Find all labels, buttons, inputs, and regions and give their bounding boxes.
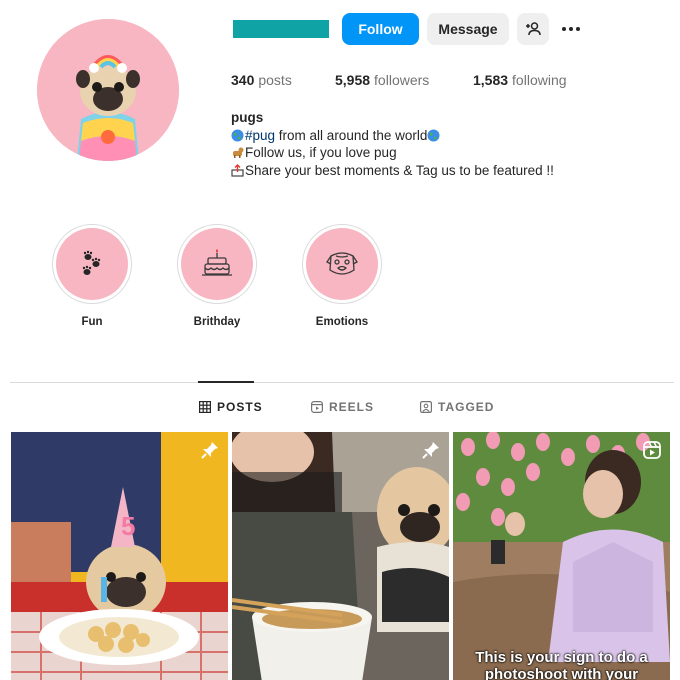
followers-stat[interactable]: 5,958 followers xyxy=(335,72,429,88)
pug-avatar-image xyxy=(37,19,179,161)
pug-face-icon xyxy=(326,252,358,275)
tab-tagged[interactable]: TAGGED xyxy=(420,400,494,414)
highlight-label: Emotions xyxy=(315,316,369,328)
globe-icon xyxy=(231,129,244,142)
following-label: following xyxy=(512,72,567,88)
bio-line-3: Share your best moments & Tag us to be f… xyxy=(231,162,554,180)
posts-label: posts xyxy=(258,72,292,88)
suggested-accounts-button[interactable] xyxy=(517,13,549,45)
bio-line-1: #pug from all around the world xyxy=(231,127,554,145)
bio-line-1-text: from all around the world xyxy=(275,127,428,143)
more-options-icon[interactable] xyxy=(558,17,584,41)
tabs-divider xyxy=(10,382,674,383)
post-image-tulip-photoshoot xyxy=(453,432,670,680)
bio-line-2-text: Follow us, if you love pug xyxy=(245,145,397,160)
tab-reels-label: REELS xyxy=(329,400,375,414)
post-thumbnail[interactable]: 5 xyxy=(11,432,228,680)
post-thumbnail[interactable] xyxy=(232,432,449,680)
highlight-cover xyxy=(56,228,128,300)
tagged-icon xyxy=(420,401,432,413)
birthday-cake-icon xyxy=(202,249,232,276)
post-image-noodles-pug xyxy=(232,432,449,680)
posts-count: 340 xyxy=(231,72,255,88)
person-plus-icon xyxy=(526,22,541,36)
grid-icon xyxy=(199,401,211,413)
tab-posts-label: POSTS xyxy=(217,400,263,414)
reels-icon xyxy=(311,401,323,413)
active-tab-indicator xyxy=(198,381,254,383)
username-redacted xyxy=(233,20,329,38)
share-outbox-icon xyxy=(231,163,244,177)
tab-posts[interactable]: POSTS xyxy=(199,400,263,414)
dog-icon xyxy=(231,146,244,159)
highlight-ring xyxy=(52,224,132,304)
post-thumbnail[interactable]: This is your sign to do a photoshoot wit… xyxy=(453,432,670,680)
paw-prints-icon xyxy=(82,250,101,275)
reel-icon xyxy=(642,440,662,460)
post-image-birthday-pug: 5 xyxy=(11,432,228,680)
tab-tagged-label: TAGGED xyxy=(438,400,495,414)
pin-icon xyxy=(421,440,441,460)
tab-reels[interactable]: REELS xyxy=(311,400,374,414)
highlight-cover xyxy=(181,228,253,300)
svg-text:5: 5 xyxy=(121,511,135,541)
post-caption-overlay: This is your sign to do a photoshoot wit… xyxy=(475,649,648,680)
following-count: 1,583 xyxy=(473,72,509,88)
follow-button[interactable]: Follow xyxy=(342,13,419,45)
following-stat[interactable]: 1,583 following xyxy=(473,72,567,88)
highlight-ring xyxy=(177,224,257,304)
profile-name: pugs xyxy=(231,110,264,125)
message-button[interactable]: Message xyxy=(427,13,509,45)
followers-label: followers xyxy=(374,72,430,88)
followers-count: 5,958 xyxy=(335,72,371,88)
bio-line-3-text: Share your best moments & Tag us to be f… xyxy=(245,162,554,178)
highlight-cover xyxy=(306,228,378,300)
globe-icon xyxy=(427,129,440,142)
highlight-emotions[interactable]: Emotions xyxy=(302,224,382,328)
bio-line-2: Follow us, if you love pug xyxy=(231,144,554,162)
highlight-fun[interactable]: Fun xyxy=(52,224,132,328)
profile-bio: pugs #pug from all around the world Foll… xyxy=(231,109,554,179)
pin-icon xyxy=(200,440,220,460)
highlight-birthday[interactable]: Brithday xyxy=(177,224,257,328)
posts-stat[interactable]: 340 posts xyxy=(231,72,292,88)
highlight-ring xyxy=(302,224,382,304)
profile-avatar[interactable] xyxy=(37,19,179,161)
highlight-label: Fun xyxy=(81,316,103,328)
hashtag-link[interactable]: #pug xyxy=(245,127,275,145)
highlight-label: Brithday xyxy=(193,316,241,328)
